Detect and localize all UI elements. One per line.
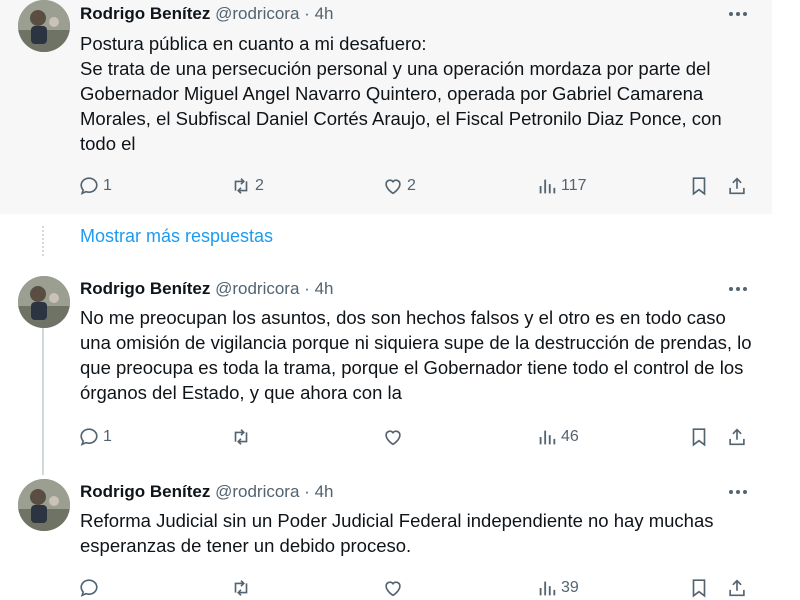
more-icon-dot bbox=[743, 12, 747, 16]
reply-button[interactable]: 1 bbox=[78, 174, 112, 198]
more-icon-dot bbox=[736, 12, 740, 16]
repost-icon bbox=[234, 580, 248, 596]
author-name[interactable]: Rodrigo Benítez bbox=[80, 4, 210, 23]
author-name[interactable]: Rodrigo Benítez bbox=[80, 482, 210, 501]
repost-button[interactable]: 2 bbox=[230, 174, 264, 198]
repost-button[interactable] bbox=[230, 425, 255, 449]
more-icon bbox=[729, 12, 733, 16]
views-icon bbox=[539, 581, 556, 596]
tweet-text: No me preocupan los asuntos, dos son hec… bbox=[80, 307, 752, 403]
avatar[interactable] bbox=[18, 276, 70, 328]
separator: · bbox=[304, 482, 310, 501]
views-count: 46 bbox=[561, 428, 579, 445]
separator: · bbox=[304, 279, 310, 298]
share-button[interactable] bbox=[726, 576, 748, 600]
action-bar: 1 2 2 117 bbox=[78, 174, 758, 198]
more-icon-dot bbox=[743, 287, 747, 291]
more-button[interactable] bbox=[726, 3, 750, 25]
bookmark-icon bbox=[692, 177, 706, 196]
views-button[interactable]: 46 bbox=[536, 425, 579, 449]
more-icon-dot bbox=[743, 490, 747, 494]
reply-count: 1 bbox=[103, 428, 112, 445]
like-icon bbox=[385, 179, 401, 195]
reply-icon bbox=[80, 579, 98, 597]
repost-count: 2 bbox=[255, 177, 264, 194]
views-count: 117 bbox=[561, 177, 587, 194]
like-button[interactable]: 2 bbox=[382, 174, 416, 198]
avatar[interactable] bbox=[18, 479, 70, 531]
repost-button[interactable] bbox=[230, 576, 255, 600]
bookmark-button[interactable] bbox=[688, 174, 710, 198]
reply-icon bbox=[80, 428, 98, 446]
like-count: 2 bbox=[407, 177, 416, 194]
views-icon bbox=[539, 179, 556, 194]
like-icon bbox=[385, 430, 401, 446]
like-button[interactable] bbox=[382, 576, 407, 600]
views-button[interactable]: 39 bbox=[536, 576, 579, 600]
reply-count: 1 bbox=[103, 177, 112, 194]
avatar[interactable] bbox=[18, 0, 70, 52]
more-button[interactable] bbox=[726, 278, 750, 300]
share-icon bbox=[729, 177, 745, 195]
share-button[interactable] bbox=[726, 425, 748, 449]
views-icon bbox=[539, 430, 556, 445]
author-handle[interactable]: @rodricora bbox=[215, 279, 299, 298]
tweet[interactable]: Rodrigo Benítez @rodricora · 4h Postura … bbox=[0, 0, 772, 214]
reply-button[interactable]: 1 bbox=[78, 425, 112, 449]
avatar-image bbox=[18, 276, 70, 328]
tweet[interactable]: Rodrigo Benítez @rodricora · 4h Reforma … bbox=[0, 475, 772, 600]
author-handle[interactable]: @rodricora bbox=[215, 482, 299, 501]
share-icon bbox=[729, 428, 745, 446]
more-icon-dot bbox=[736, 490, 740, 494]
tweet-header: Rodrigo Benítez @rodricora · 4h bbox=[80, 3, 333, 25]
action-bar: 1 46 bbox=[78, 425, 758, 449]
tweet-text: Postura pública en cuanto a mi desafuero… bbox=[80, 33, 722, 154]
tweet-text: Reforma Judicial sin un Poder Judicial F… bbox=[80, 510, 714, 556]
timestamp[interactable]: 4h bbox=[315, 482, 334, 501]
tweet-header: Rodrigo Benítez @rodricora · 4h bbox=[80, 481, 333, 503]
like-button[interactable] bbox=[382, 425, 407, 449]
avatar-image bbox=[18, 479, 70, 531]
views-count: 39 bbox=[561, 579, 579, 596]
bookmark-icon bbox=[692, 579, 706, 598]
timestamp[interactable]: 4h bbox=[315, 4, 334, 23]
more-icon bbox=[729, 490, 733, 494]
show-more-replies-link[interactable]: Mostrar más respuestas bbox=[80, 226, 273, 247]
views-button[interactable]: 117 bbox=[536, 174, 587, 198]
separator: · bbox=[304, 4, 310, 23]
author-handle[interactable]: @rodricora bbox=[215, 4, 299, 23]
bookmark-icon bbox=[692, 428, 706, 447]
more-button[interactable] bbox=[726, 481, 750, 503]
author-name[interactable]: Rodrigo Benítez bbox=[80, 279, 210, 298]
reply-button[interactable] bbox=[78, 576, 103, 600]
timestamp[interactable]: 4h bbox=[315, 279, 334, 298]
more-icon bbox=[729, 287, 733, 291]
like-icon bbox=[385, 581, 401, 597]
bookmark-button[interactable] bbox=[688, 425, 710, 449]
repost-icon bbox=[234, 178, 248, 194]
more-icon-dot bbox=[736, 287, 740, 291]
action-bar: 39 bbox=[78, 576, 758, 600]
tweet[interactable]: Rodrigo Benítez @rodricora · 4h No me pr… bbox=[0, 272, 772, 452]
repost-icon bbox=[234, 429, 248, 445]
thread-dotted-line bbox=[42, 226, 44, 256]
share-button[interactable] bbox=[726, 174, 748, 198]
share-icon bbox=[729, 579, 745, 597]
tweet-header: Rodrigo Benítez @rodricora · 4h bbox=[80, 278, 333, 300]
reply-icon bbox=[80, 177, 98, 195]
bookmark-button[interactable] bbox=[688, 576, 710, 600]
avatar-image bbox=[18, 0, 70, 52]
